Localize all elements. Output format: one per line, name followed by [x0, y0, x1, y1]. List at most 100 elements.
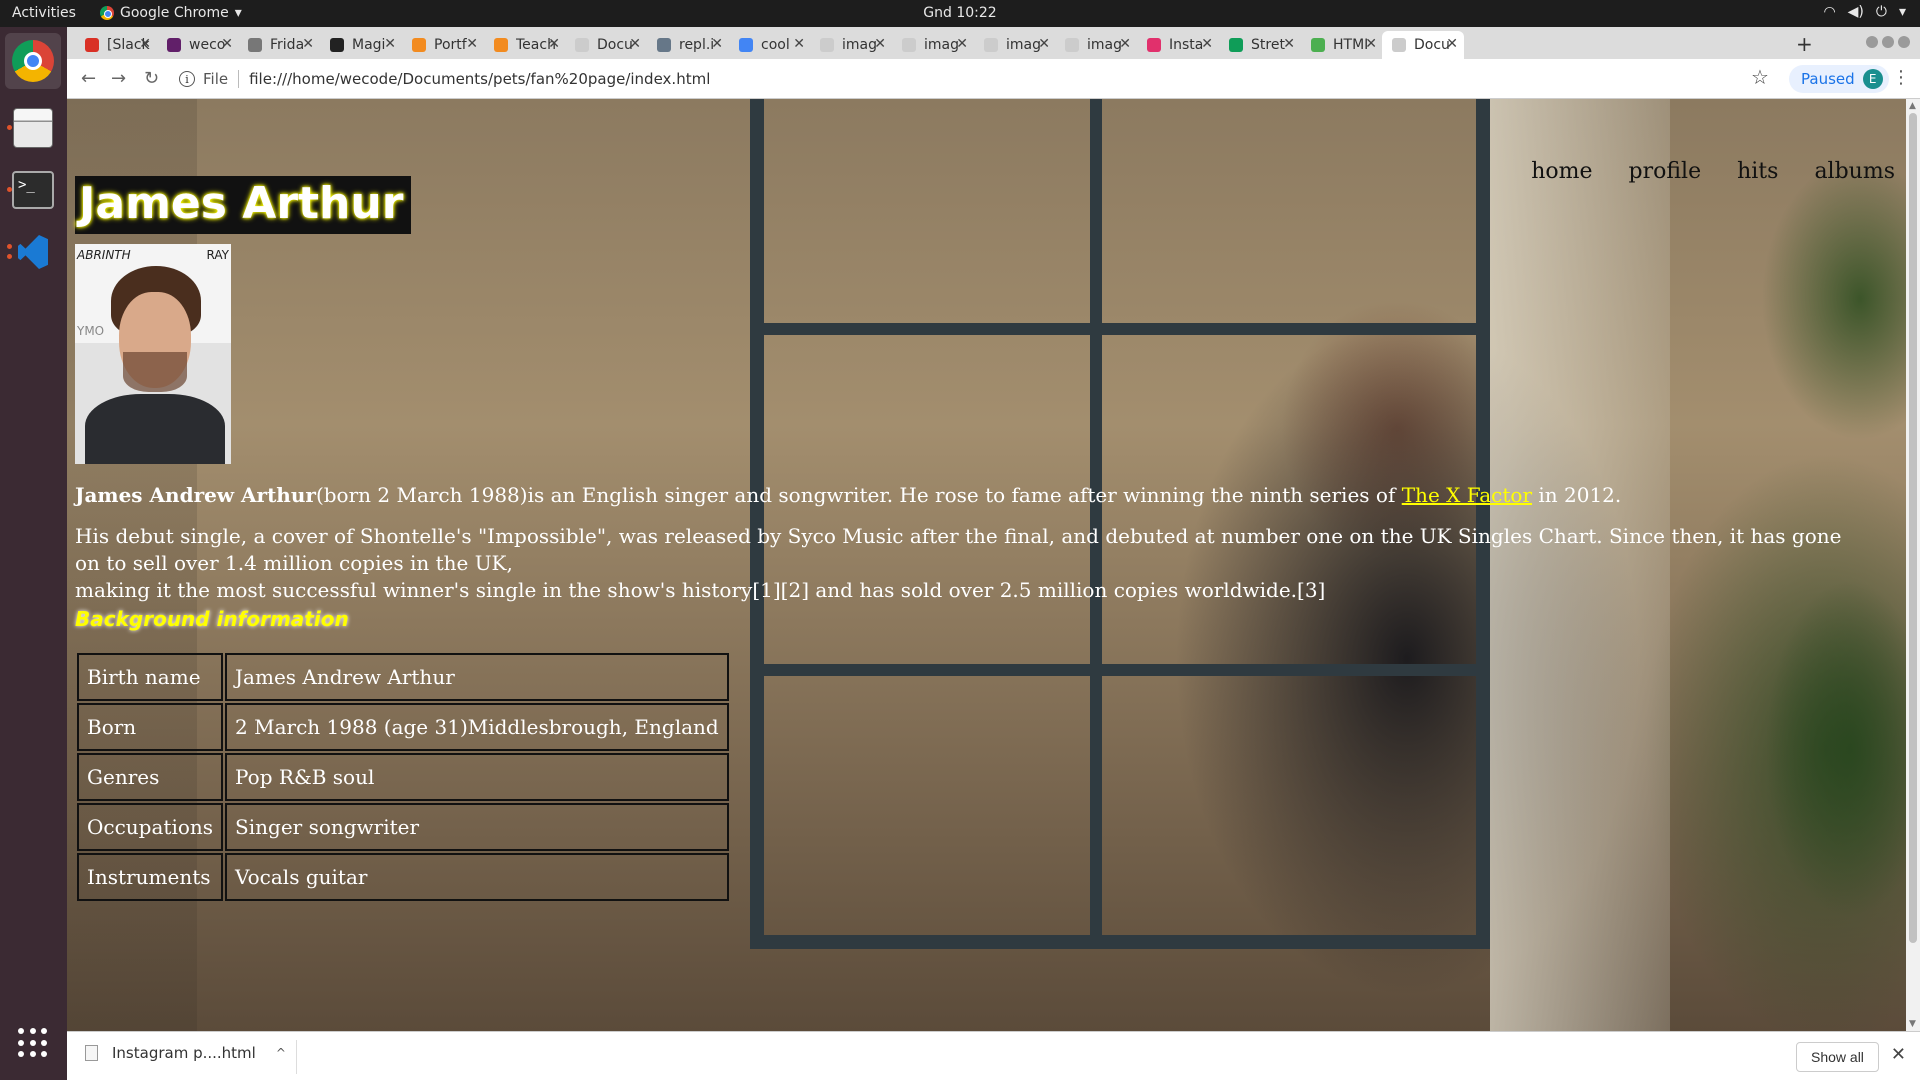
tab-close-icon[interactable]: ✕	[1119, 36, 1131, 52]
nav-albums[interactable]: albums	[1814, 159, 1895, 184]
tab-close-icon[interactable]: ✕	[302, 36, 314, 52]
browser-tab[interactable]: cool ✕	[729, 31, 811, 59]
dock-vscode[interactable]	[5, 224, 61, 280]
tab-close-icon[interactable]: ✕	[793, 36, 805, 52]
tab-close-icon[interactable]: ✕	[956, 36, 968, 52]
tab-favicon-icon	[412, 38, 426, 52]
tab-close-icon[interactable]: ✕	[874, 36, 886, 52]
tab-close-icon[interactable]: ✕	[1283, 36, 1295, 52]
nav-profile[interactable]: profile	[1629, 159, 1702, 184]
nav-home[interactable]: home	[1531, 159, 1592, 184]
intro-paragraph: James Andrew Arthur(born 2 March 1988)is…	[75, 482, 1865, 509]
reload-icon[interactable]: ↻	[144, 68, 159, 89]
volume-icon: ◀)	[1847, 4, 1864, 20]
address-bar[interactable]: i File file:///home/wecode/Documents/pet…	[179, 63, 1844, 95]
browser-window: [Slack ✕ weco ✕ Frida ✕ Magi ✕ Portf ✕ Teach ✕ Docu ✕…	[67, 27, 1920, 1080]
clock[interactable]: Gnd 10:22	[0, 5, 1920, 21]
bookmark-star-icon[interactable]: ☆	[1751, 65, 1769, 89]
tab-close-icon[interactable]: ✕	[1038, 36, 1050, 52]
portrait-logo: ABRINTH	[77, 248, 131, 262]
tab-close-icon[interactable]: ✕	[221, 36, 233, 52]
show-all-button[interactable]: Show all	[1796, 1042, 1879, 1072]
x-factor-link[interactable]: The X Factor	[1402, 483, 1532, 507]
menu-icon[interactable]: ⋮	[1892, 67, 1910, 88]
browser-tab[interactable]: Frida ✕	[238, 31, 320, 59]
activities-button[interactable]: Activities	[12, 5, 76, 21]
debut-text-line-1: His debut single, a cover of Shontelle's…	[75, 524, 1842, 575]
forward-icon[interactable]: →	[111, 68, 126, 89]
tab-favicon-icon	[1147, 38, 1161, 52]
tab-strip: [Slack ✕ weco ✕ Frida ✕ Magi ✕ Portf ✕ Teach ✕ Docu ✕…	[67, 27, 1920, 59]
tab-favicon-icon	[85, 38, 99, 52]
table-key: Birth name	[77, 653, 224, 701]
wifi-icon: ◠	[1823, 4, 1836, 20]
tab-close-icon[interactable]: ✕	[1446, 36, 1458, 52]
close-window-icon[interactable]	[1898, 36, 1910, 48]
page-scrollbar[interactable]: ▲ ▼	[1906, 99, 1920, 1031]
browser-tab[interactable]: imag ✕	[974, 31, 1056, 59]
browser-tab[interactable]: Insta ✕	[1137, 31, 1219, 59]
browser-tab[interactable]: Docu ✕	[1382, 31, 1464, 59]
table-key: Instruments	[77, 853, 224, 901]
dock-chrome[interactable]	[5, 33, 61, 89]
new-tab-button[interactable]: +	[1796, 32, 1813, 56]
dock-files[interactable]	[5, 100, 61, 156]
app-menu-label: Google Chrome	[120, 5, 229, 21]
tab-close-icon[interactable]: ✕	[384, 36, 396, 52]
browser-tab[interactable]: Stret ✕	[1219, 31, 1301, 59]
close-icon[interactable]: ✕	[1891, 1044, 1906, 1065]
browser-tab[interactable]: weco ✕	[157, 31, 239, 59]
table-value: James Andrew Arthur	[225, 653, 729, 701]
tab-close-icon[interactable]: ✕	[1201, 36, 1213, 52]
dock-terminal[interactable]: >_	[5, 162, 61, 218]
chrome-icon	[12, 40, 54, 82]
download-item[interactable]: Instagram p....html ^	[85, 1044, 286, 1062]
download-filename: Instagram p....html	[112, 1044, 256, 1062]
chevron-down-icon: ▾	[1898, 4, 1906, 20]
table-key: Born	[77, 703, 224, 751]
background-window-bar	[750, 323, 1490, 335]
tab-close-icon[interactable]: ✕	[548, 36, 560, 52]
scroll-up-icon[interactable]: ▲	[1909, 101, 1916, 111]
tab-close-icon[interactable]: ✕	[629, 36, 641, 52]
browser-tab[interactable]: imag ✕	[1055, 31, 1137, 59]
scrollbar-thumb[interactable]	[1909, 113, 1917, 943]
app-menu[interactable]: Google Chrome ▾	[100, 5, 242, 21]
tab-favicon-icon	[820, 38, 834, 52]
portrait-logo: YMO	[77, 324, 105, 338]
browser-tab[interactable]: imag ✕	[892, 31, 974, 59]
chrome-icon	[100, 6, 114, 20]
tab-close-icon[interactable]: ✕	[1365, 36, 1377, 52]
minimize-icon[interactable]	[1866, 36, 1878, 48]
nav-hits[interactable]: hits	[1737, 159, 1778, 184]
tab-favicon-icon	[657, 38, 671, 52]
tab-favicon-icon	[575, 38, 589, 52]
page-title: James Arthur	[75, 176, 412, 234]
browser-tab[interactable]: repl.i ✕	[647, 31, 729, 59]
maximize-icon[interactable]	[1882, 36, 1894, 48]
power-icon: ⏻	[1875, 4, 1887, 20]
system-tray[interactable]: ◠ ◀) ⏻ ▾	[1823, 4, 1906, 20]
tab-close-icon[interactable]: ✕	[711, 36, 723, 52]
url-text[interactable]: file:///home/wecode/Documents/pets/fan%2…	[249, 70, 710, 88]
browser-tab[interactable]: imag ✕	[810, 31, 892, 59]
running-indicator	[7, 187, 12, 192]
info-icon[interactable]: i	[179, 71, 195, 87]
back-icon[interactable]: ←	[81, 68, 96, 89]
window-controls[interactable]	[1866, 36, 1910, 48]
browser-tab[interactable]: Magi ✕	[320, 31, 402, 59]
tab-close-icon[interactable]: ✕	[139, 36, 151, 52]
chevron-up-icon[interactable]: ^	[276, 1046, 286, 1060]
running-indicator	[7, 125, 12, 130]
browser-tab[interactable]: Portf ✕	[402, 31, 484, 59]
scroll-down-icon[interactable]: ▼	[1909, 1019, 1916, 1029]
tab-close-icon[interactable]: ✕	[466, 36, 478, 52]
divider	[238, 70, 240, 88]
tab-favicon-icon	[1311, 38, 1325, 52]
profile-button[interactable]: Paused E	[1789, 65, 1889, 93]
show-applications-icon[interactable]	[18, 1028, 48, 1058]
browser-tab[interactable]: HTMI ✕	[1301, 31, 1383, 59]
browser-tab[interactable]: [Slack ✕	[75, 31, 157, 59]
browser-tab[interactable]: Docu ✕	[565, 31, 647, 59]
browser-tab[interactable]: Teach ✕	[484, 31, 566, 59]
